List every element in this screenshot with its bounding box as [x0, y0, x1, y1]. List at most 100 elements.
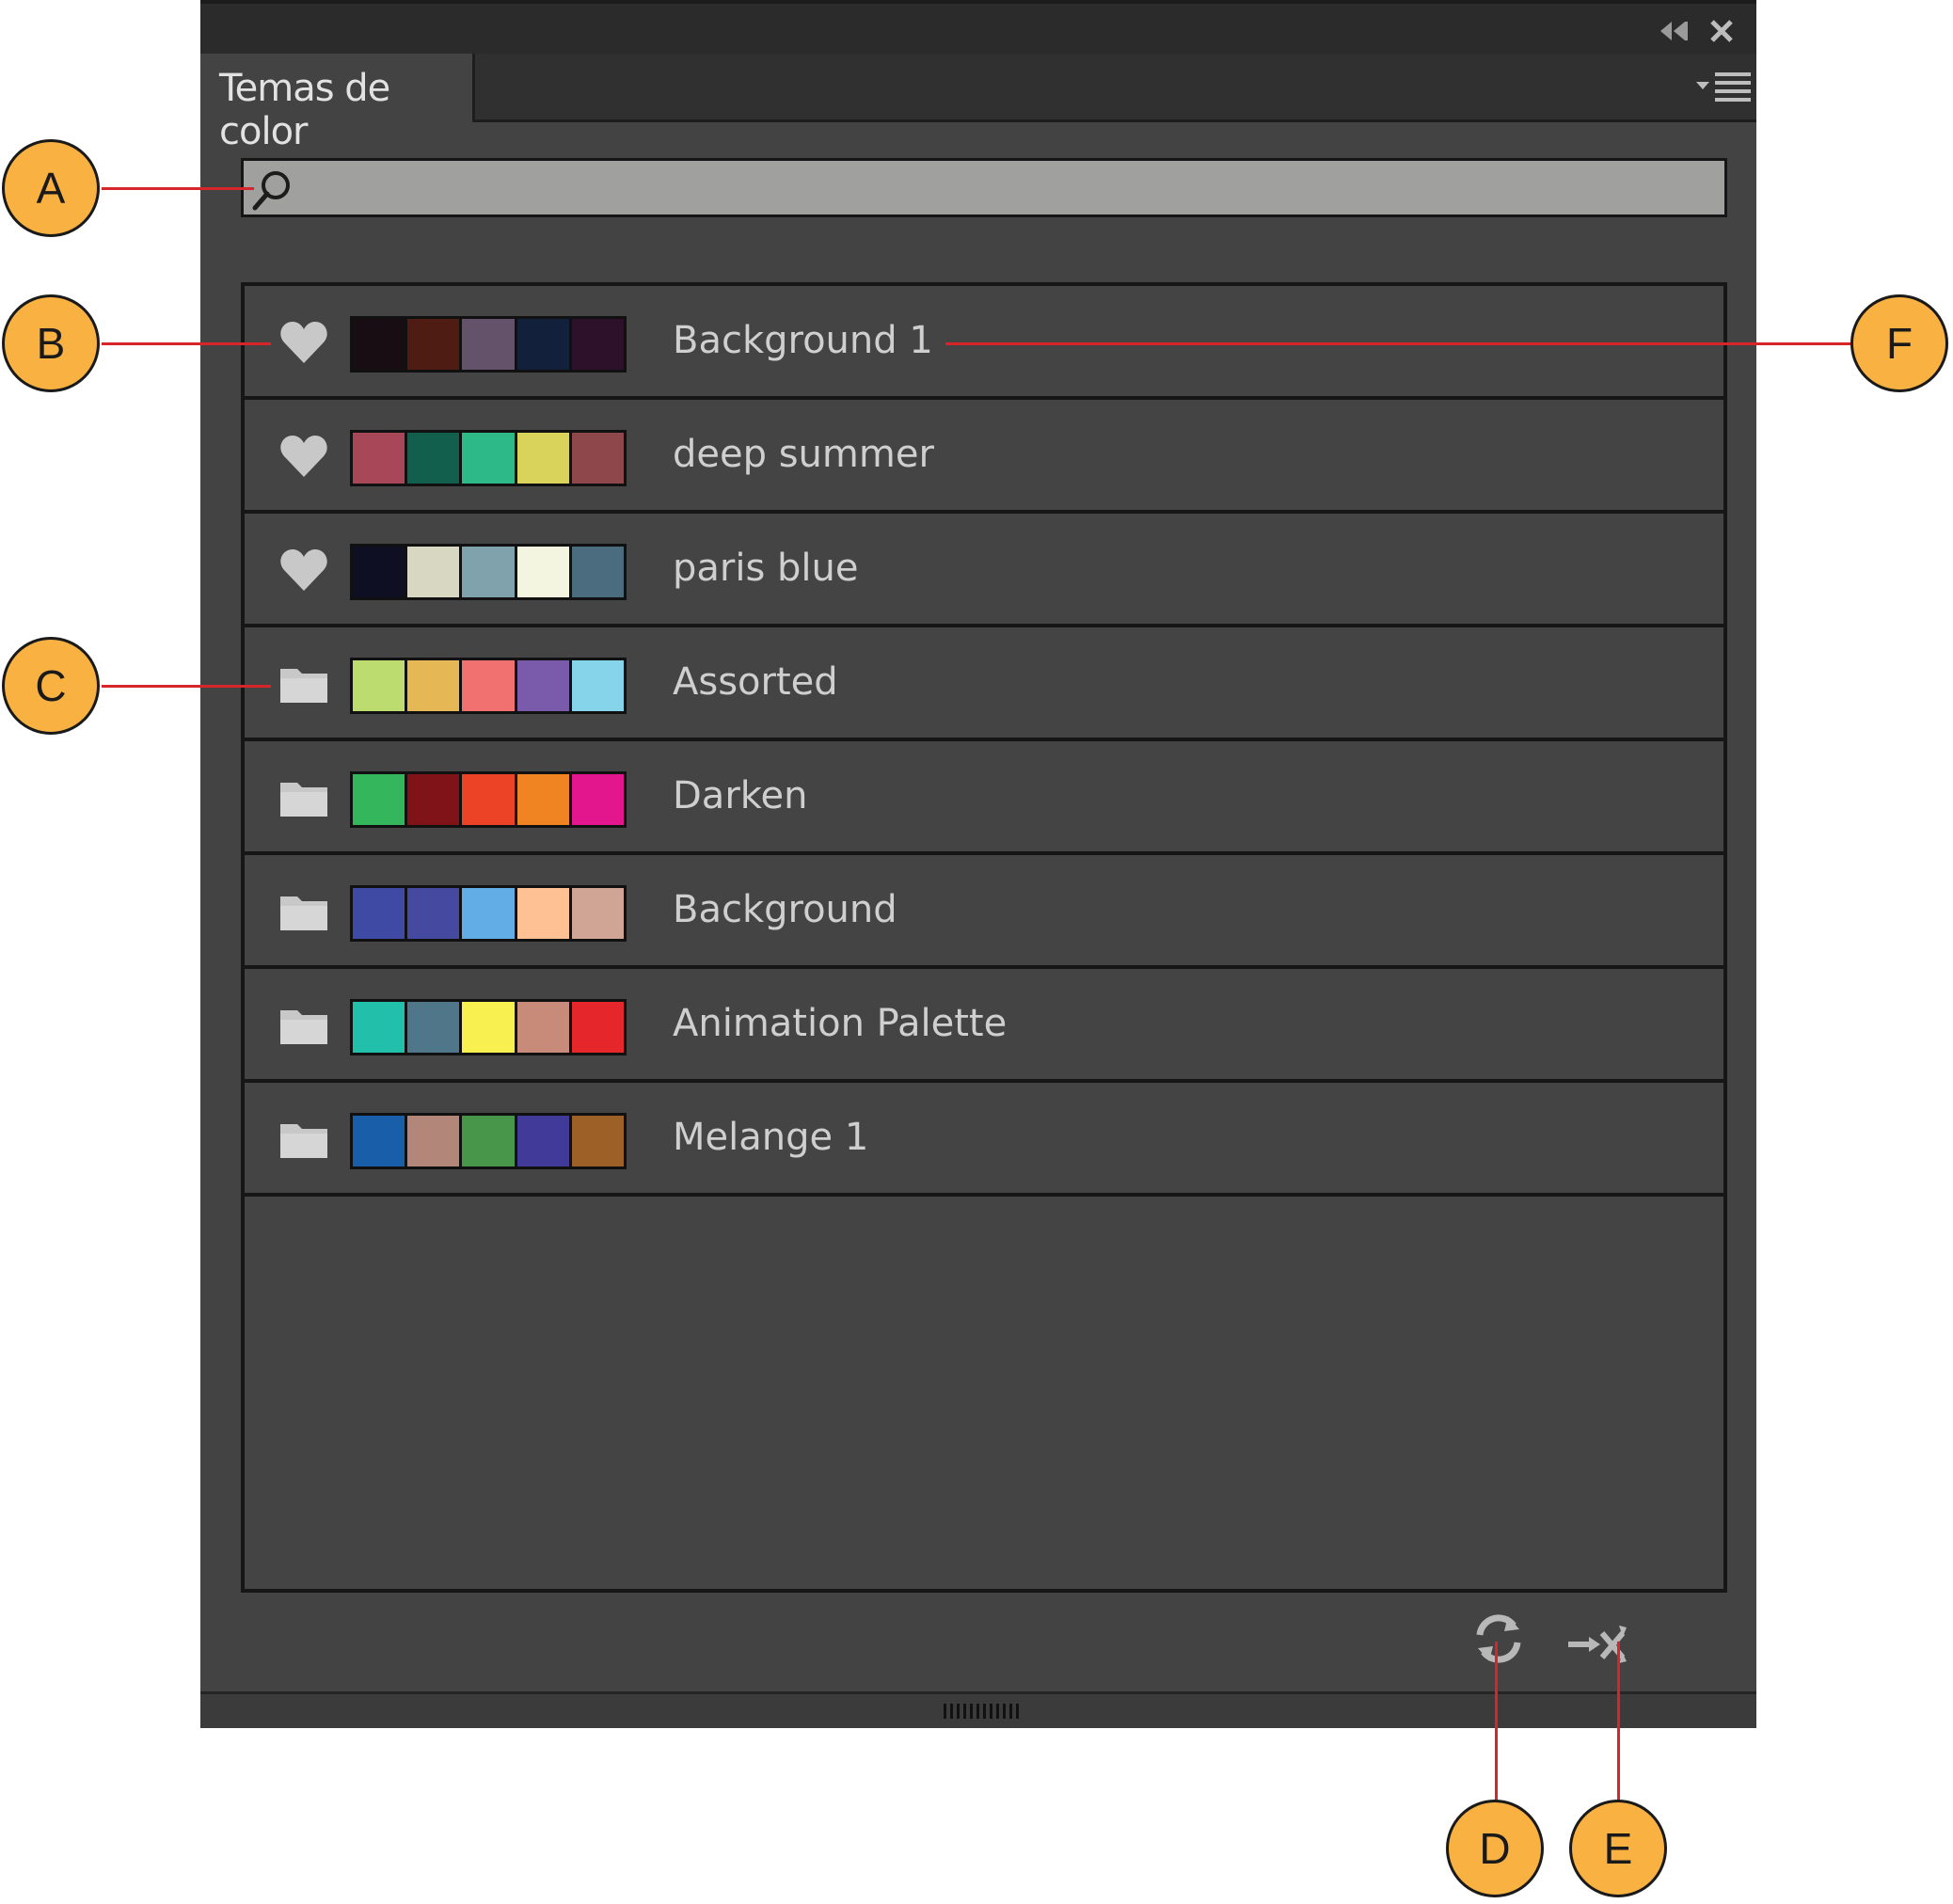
theme-row[interactable]: Animation Palette: [245, 969, 1723, 1083]
tab-color-themes[interactable]: Temas de color: [200, 54, 475, 153]
callout-f: F: [1850, 294, 1948, 392]
theme-name: Background 1: [673, 319, 933, 362]
callout-d-leader-line: [1495, 1642, 1498, 1801]
color-swatch-strip[interactable]: [350, 658, 627, 714]
color-swatch[interactable]: [353, 319, 405, 370]
color-swatch[interactable]: [353, 1002, 405, 1053]
panel-tab-row: Temas de color: [200, 54, 1756, 153]
color-swatch[interactable]: [353, 1116, 405, 1166]
color-swatch[interactable]: [462, 1116, 515, 1166]
color-swatch[interactable]: [462, 888, 515, 939]
callout-c: C: [2, 637, 100, 735]
color-swatch[interactable]: [407, 319, 460, 370]
theme-row[interactable]: Darken: [245, 741, 1723, 855]
callout-b-leader-line: [102, 342, 271, 345]
heart-icon[interactable]: [278, 546, 329, 595]
color-swatch[interactable]: [462, 1002, 515, 1053]
color-swatch[interactable]: [462, 319, 515, 370]
color-swatch[interactable]: [353, 774, 405, 825]
color-swatch[interactable]: [516, 660, 569, 711]
shuffle-icon[interactable]: [1564, 1610, 1630, 1667]
heart-icon[interactable]: [278, 432, 329, 481]
color-swatch[interactable]: [571, 319, 625, 370]
refresh-icon[interactable]: [1470, 1610, 1527, 1667]
color-swatch-strip[interactable]: [350, 885, 627, 942]
color-swatch-strip[interactable]: [350, 316, 627, 373]
theme-row[interactable]: deep summer: [245, 400, 1723, 514]
callout-c-leader-line: [102, 685, 271, 688]
color-swatch[interactable]: [571, 660, 625, 711]
callout-c-label: C: [35, 661, 67, 710]
color-swatch[interactable]: [353, 433, 405, 484]
color-swatch[interactable]: [407, 660, 460, 711]
search-input[interactable]: [300, 165, 1715, 214]
color-swatch-strip[interactable]: [350, 771, 627, 828]
color-swatch[interactable]: [516, 1002, 569, 1053]
callout-e-label: E: [1603, 1824, 1633, 1873]
callout-b: B: [2, 294, 100, 392]
callout-f-leader-line: [945, 342, 1853, 345]
color-swatch[interactable]: [516, 433, 569, 484]
folder-icon[interactable]: [278, 659, 329, 708]
color-swatch[interactable]: [462, 547, 515, 597]
search-icon: [249, 167, 296, 214]
theme-row[interactable]: paris blue: [245, 514, 1723, 627]
color-swatch[interactable]: [516, 774, 569, 825]
color-swatch[interactable]: [407, 888, 460, 939]
color-swatch-strip[interactable]: [350, 999, 627, 1055]
callout-d: D: [1446, 1800, 1544, 1897]
theme-name: Animation Palette: [673, 1002, 1008, 1045]
color-swatch[interactable]: [571, 1002, 625, 1053]
color-swatch[interactable]: [571, 1116, 625, 1166]
theme-name: Darken: [673, 774, 808, 817]
color-swatch[interactable]: [462, 433, 515, 484]
resize-grip-icon[interactable]: [944, 1702, 1021, 1721]
color-swatch-strip[interactable]: [350, 430, 627, 486]
folder-icon[interactable]: [278, 887, 329, 936]
callout-b-label: B: [36, 319, 66, 368]
search-field[interactable]: [241, 158, 1727, 217]
heart-icon[interactable]: [278, 318, 329, 367]
collapse-double-arrow-icon[interactable]: [1657, 15, 1689, 47]
color-swatch[interactable]: [407, 774, 460, 825]
panel-bottom-bar: [200, 1691, 1756, 1728]
close-icon[interactable]: [1706, 15, 1738, 47]
folder-icon[interactable]: [278, 1115, 329, 1164]
panel-menu-icon[interactable]: [1694, 71, 1755, 108]
color-swatch[interactable]: [571, 433, 625, 484]
folder-icon[interactable]: [278, 1001, 329, 1050]
folder-icon[interactable]: [278, 773, 329, 822]
color-swatch[interactable]: [516, 319, 569, 370]
color-swatch[interactable]: [571, 888, 625, 939]
color-swatch[interactable]: [407, 547, 460, 597]
color-swatch[interactable]: [407, 1116, 460, 1166]
color-swatch[interactable]: [516, 888, 569, 939]
color-swatch[interactable]: [516, 547, 569, 597]
callout-a-label: A: [36, 164, 66, 213]
callout-a: A: [2, 139, 100, 237]
theme-name: Melange 1: [673, 1116, 869, 1159]
theme-name: deep summer: [673, 433, 934, 476]
color-swatch[interactable]: [353, 547, 405, 597]
color-swatch[interactable]: [407, 433, 460, 484]
color-swatch[interactable]: [571, 547, 625, 597]
color-swatch[interactable]: [353, 888, 405, 939]
themes-list: Background 1 deep summer paris blue Assorte…: [241, 282, 1727, 1593]
callout-e-leader-line: [1617, 1642, 1620, 1801]
color-swatch[interactable]: [407, 1002, 460, 1053]
color-swatch-strip[interactable]: [350, 1113, 627, 1169]
theme-row[interactable]: Melange 1: [245, 1083, 1723, 1197]
callout-f-label: F: [1885, 319, 1913, 368]
color-swatch[interactable]: [571, 774, 625, 825]
color-swatch-strip[interactable]: [350, 544, 627, 600]
color-swatch[interactable]: [462, 660, 515, 711]
panel-title-bar: [200, 0, 1756, 54]
callout-a-leader-line: [102, 187, 254, 190]
theme-name: paris blue: [673, 547, 859, 590]
color-themes-panel: Temas de color Background 1 deep summer pa…: [200, 0, 1756, 1728]
theme-row[interactable]: Assorted: [245, 627, 1723, 741]
color-swatch[interactable]: [462, 774, 515, 825]
color-swatch[interactable]: [353, 660, 405, 711]
theme-row[interactable]: Background: [245, 855, 1723, 969]
color-swatch[interactable]: [516, 1116, 569, 1166]
